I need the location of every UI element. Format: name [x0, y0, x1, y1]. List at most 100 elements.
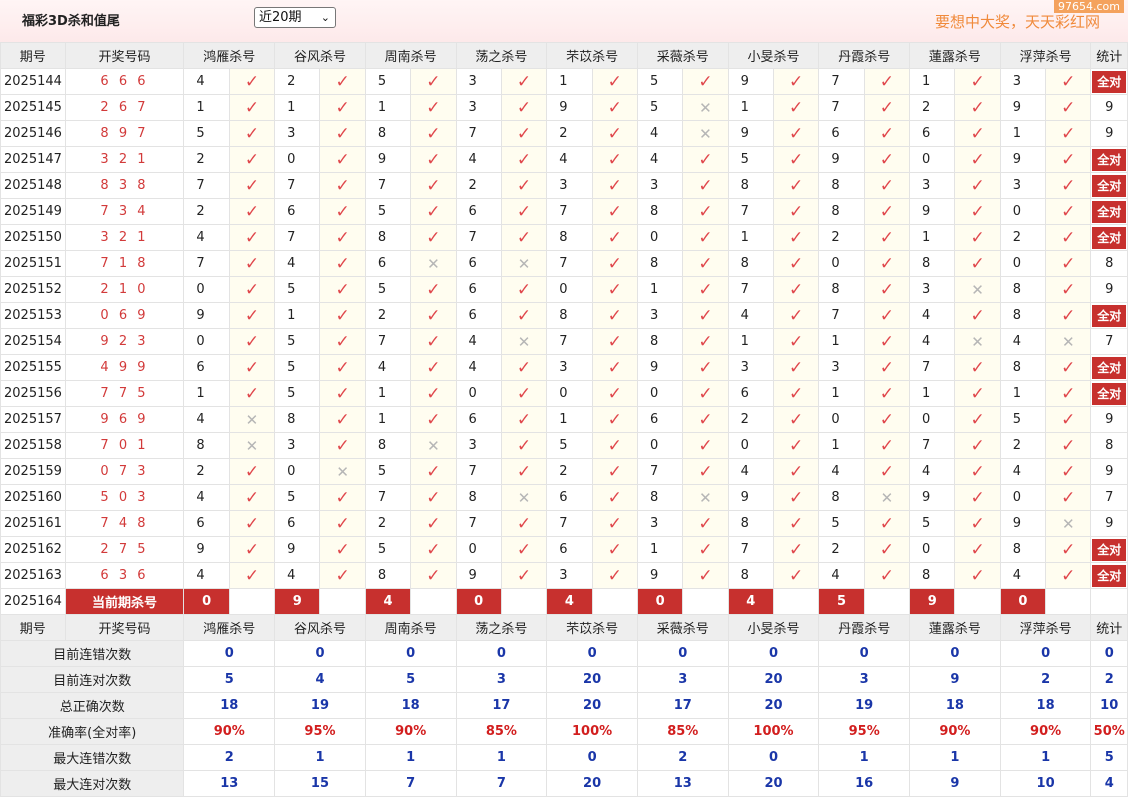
cross-icon: ✕: [245, 436, 259, 455]
stats-row: 最大连对次数 13 15 7 7 20 13 20 16 9 10 4: [0, 770, 1128, 797]
stat-value: 90%: [183, 718, 276, 745]
check-icon: ✓: [335, 513, 350, 534]
check-icon: ✓: [1061, 357, 1076, 378]
kill-number: 7: [909, 432, 956, 459]
kill-number: 6: [364, 250, 412, 277]
kill-number: 8: [636, 198, 684, 225]
check-icon: ✓: [789, 149, 804, 170]
stat-value: 2: [999, 666, 1092, 693]
kill-number: 8: [818, 172, 865, 199]
kill-number: 2: [183, 198, 230, 225]
kill-number: 0: [999, 198, 1047, 225]
kill-number: 9: [183, 536, 230, 563]
kill-number: 7: [909, 354, 956, 381]
kill-number: 6: [727, 380, 774, 407]
kill-number: 9: [274, 536, 321, 563]
stat-label: 目前连对次数: [0, 666, 185, 693]
current-period-row: 2025164 当前期杀号 0 9 4 0 4 0 4 5 9 0: [0, 588, 1128, 615]
kill-number: 7: [274, 172, 321, 199]
table-row: 2025148 8 3 8 7 ✓ 7 ✓ 7 ✓ 2 ✓ 3 ✓ 3 ✓ 8 ✓ 8 ✓ 3 ✓ 3 ✓ 全对: [0, 172, 1128, 199]
kill-number: 7: [364, 172, 412, 199]
kill-number: 0: [546, 380, 593, 407]
issue-cell: 2025150: [0, 224, 66, 251]
kill-number: 8: [364, 224, 412, 251]
kill-number: 0: [636, 432, 684, 459]
check-icon: ✓: [879, 305, 894, 326]
kill-number: 9: [999, 94, 1047, 121]
period-select[interactable]: 近20期 ⌄: [254, 7, 336, 28]
site-watermark: 97654.com: [1054, 0, 1124, 13]
stat-value: 19: [274, 692, 366, 719]
col-expert: 采薇杀号: [636, 614, 729, 641]
kill-number: 2: [909, 94, 956, 121]
stat-value: 20: [727, 666, 820, 693]
table-row: 2025146 8 9 7 5 ✓ 3 ✓ 8 ✓ 7 ✓ 2 ✓ 4 ✕ 9 ✓ 6 ✓ 6 ✓ 1 ✓ 9: [0, 120, 1128, 147]
stat-value: 5: [364, 666, 457, 693]
cross-icon: ✕: [245, 410, 259, 429]
stat-cell: 7: [1090, 484, 1128, 511]
stat-value: 85%: [636, 718, 729, 745]
winning-number: 4 9 9: [64, 354, 185, 381]
check-icon: ✓: [244, 227, 260, 248]
kill-number: 5: [364, 458, 412, 485]
kill-number: 8: [727, 510, 774, 537]
check-icon: ✓: [426, 279, 441, 300]
check-icon: ✓: [879, 539, 894, 560]
kill-number: 4: [909, 328, 956, 355]
kill-number: 1: [274, 302, 321, 329]
kill-number: 4: [455, 354, 502, 381]
kill-number: 4: [546, 146, 593, 173]
kill-number: 6: [546, 536, 593, 563]
kill-number: 1: [727, 94, 774, 121]
stat-value: 19: [818, 692, 911, 719]
check-icon: ✓: [879, 123, 894, 144]
check-icon: ✓: [698, 357, 713, 378]
table-row: 2025153 0 6 9 9 ✓ 1 ✓ 2 ✓ 6 ✓ 8 ✓ 3 ✓ 4 ✓ 7 ✓ 4 ✓ 8 ✓ 全对: [0, 302, 1128, 329]
stat-value: 16: [818, 770, 911, 797]
check-icon: ✓: [789, 175, 804, 196]
check-icon: ✓: [426, 565, 441, 586]
check-icon: ✓: [335, 201, 350, 222]
stat-value: 3: [455, 666, 548, 693]
check-icon: ✓: [1061, 279, 1076, 300]
check-icon: ✓: [789, 97, 804, 118]
kill-number: 3: [546, 354, 593, 381]
check-icon: ✓: [879, 71, 894, 92]
kill-number: 4: [909, 302, 956, 329]
kill-number: 8: [364, 120, 412, 147]
col-expert: 小旻杀号: [727, 614, 820, 641]
stat-value: 20: [546, 666, 638, 693]
all-correct-badge: 全对: [1092, 226, 1127, 249]
stat-value: 20: [727, 770, 820, 797]
cross-icon: ✕: [699, 98, 712, 117]
check-icon: ✓: [607, 513, 622, 534]
check-icon: ✓: [789, 201, 804, 222]
issue-cell: 2025149: [0, 198, 66, 225]
kill-number: 2: [364, 510, 412, 537]
check-icon: ✓: [244, 487, 260, 508]
kill-number: 5: [999, 406, 1047, 433]
check-icon: ✓: [516, 149, 532, 170]
issue-cell: 2025147: [0, 146, 66, 173]
top-bar: 福彩3D杀和值尾 近20期 ⌄ 要想中大奖，天天彩红网 97654.com: [0, 0, 1128, 43]
kill-number: 9: [636, 354, 684, 381]
kill-number: 7: [183, 172, 230, 199]
check-icon: ✓: [335, 331, 350, 352]
check-icon: ✓: [879, 97, 894, 118]
stats-row: 目前连对次数 5 4 5 3 20 3 20 3 9 2 2: [0, 666, 1128, 693]
check-icon: ✓: [879, 201, 894, 222]
kill-number: 3: [455, 432, 502, 459]
check-icon: ✓: [607, 487, 622, 508]
kill-number: 0: [818, 406, 865, 433]
check-icon: ✓: [244, 175, 260, 196]
kill-number: 6: [183, 510, 230, 537]
check-icon: ✓: [789, 409, 804, 430]
kill-number: 7: [636, 458, 684, 485]
kill-number: 7: [546, 328, 593, 355]
check-icon: ✓: [335, 227, 350, 248]
stat-value: 17: [455, 692, 548, 719]
table-row: 2025156 7 7 5 1 ✓ 5 ✓ 1 ✓ 0 ✓ 0 ✓ 0 ✓ 6 ✓ 1 ✓ 1 ✓ 1 ✓ 全对: [0, 380, 1128, 407]
cross-icon: ✕: [517, 488, 531, 507]
check-icon: ✓: [1061, 149, 1076, 170]
kill-number: 9: [999, 510, 1047, 537]
